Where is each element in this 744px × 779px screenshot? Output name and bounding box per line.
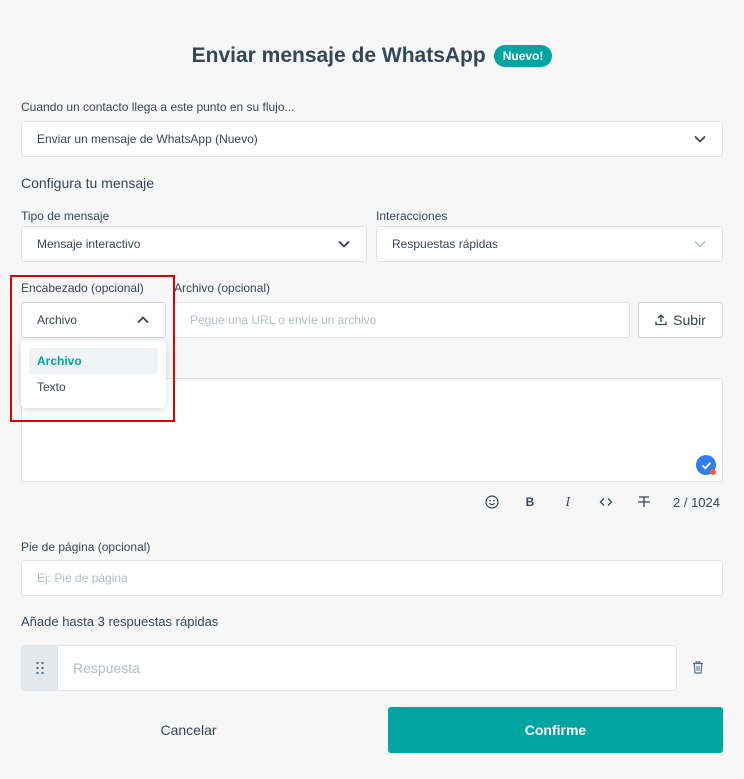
cancel-button[interactable]: Cancelar bbox=[21, 707, 356, 753]
strikethrough-button[interactable] bbox=[625, 495, 663, 509]
emoji-icon bbox=[485, 495, 499, 509]
interactions-label: Interacciones bbox=[376, 209, 448, 223]
delete-reply-button[interactable] bbox=[692, 661, 706, 675]
file-url-input[interactable]: Pegue una URL o envíe un archivo bbox=[174, 302, 630, 338]
interactions-value: Respuestas rápidas bbox=[392, 237, 499, 251]
upload-button-label: Subir bbox=[673, 312, 706, 328]
quick-reply-placeholder: Respuesta bbox=[73, 660, 140, 676]
footer-placeholder: Ej: Pie de página bbox=[37, 571, 128, 585]
chevron-down-icon bbox=[694, 241, 706, 248]
italic-button[interactable]: I bbox=[549, 495, 587, 509]
footer-input[interactable]: Ej: Pie de página bbox=[21, 560, 723, 596]
drag-handle[interactable] bbox=[21, 645, 57, 691]
chevron-down-icon bbox=[694, 135, 706, 143]
new-badge: Nuevo! bbox=[493, 45, 553, 67]
message-type-select[interactable]: Mensaje interactivo bbox=[21, 226, 367, 262]
character-counter: 2 / 1024 bbox=[673, 494, 720, 510]
trigger-select[interactable]: Enviar un mensaje de WhatsApp (Nuevo) bbox=[21, 121, 723, 157]
highlight-box bbox=[10, 275, 175, 422]
footer-label: Pie de página (opcional) bbox=[21, 540, 151, 554]
formatting-toolbar: B I 2 / 1024 bbox=[473, 493, 720, 511]
status-dot bbox=[710, 469, 716, 475]
file-label: Archivo (opcional) bbox=[174, 281, 271, 295]
message-type-value: Mensaje interactivo bbox=[37, 237, 141, 251]
strikethrough-icon bbox=[638, 496, 650, 507]
code-button[interactable] bbox=[587, 496, 625, 508]
bold-button[interactable]: B bbox=[511, 495, 549, 509]
emoji-button[interactable] bbox=[473, 495, 511, 509]
file-url-placeholder: Pegue una URL o envíe un archivo bbox=[190, 313, 377, 327]
quick-replies-title: Añade hasta 3 respuestas rápidas bbox=[21, 614, 219, 629]
drag-handle-icon bbox=[35, 661, 44, 675]
configure-section-title: Configura tu mensaje bbox=[21, 175, 155, 191]
chevron-down-icon bbox=[338, 240, 350, 248]
code-icon bbox=[599, 498, 613, 506]
check-icon bbox=[701, 461, 711, 470]
trash-icon bbox=[693, 661, 703, 674]
page-title: Enviar mensaje de WhatsApp bbox=[191, 44, 486, 67]
title-row: Enviar mensaje de WhatsApp Nuevo! bbox=[0, 44, 744, 68]
confirm-button[interactable]: Confirme bbox=[388, 707, 723, 753]
interactions-select[interactable]: Respuestas rápidas bbox=[376, 226, 723, 262]
trigger-select-value: Enviar un mensaje de WhatsApp (Nuevo) bbox=[37, 132, 258, 146]
message-type-label: Tipo de mensaje bbox=[21, 209, 110, 223]
upload-icon bbox=[655, 314, 667, 326]
trigger-label: Cuando un contacto llega a este punto en… bbox=[21, 100, 295, 114]
quick-reply-input[interactable]: Respuesta bbox=[57, 645, 677, 691]
upload-button[interactable]: Subir bbox=[638, 302, 723, 338]
